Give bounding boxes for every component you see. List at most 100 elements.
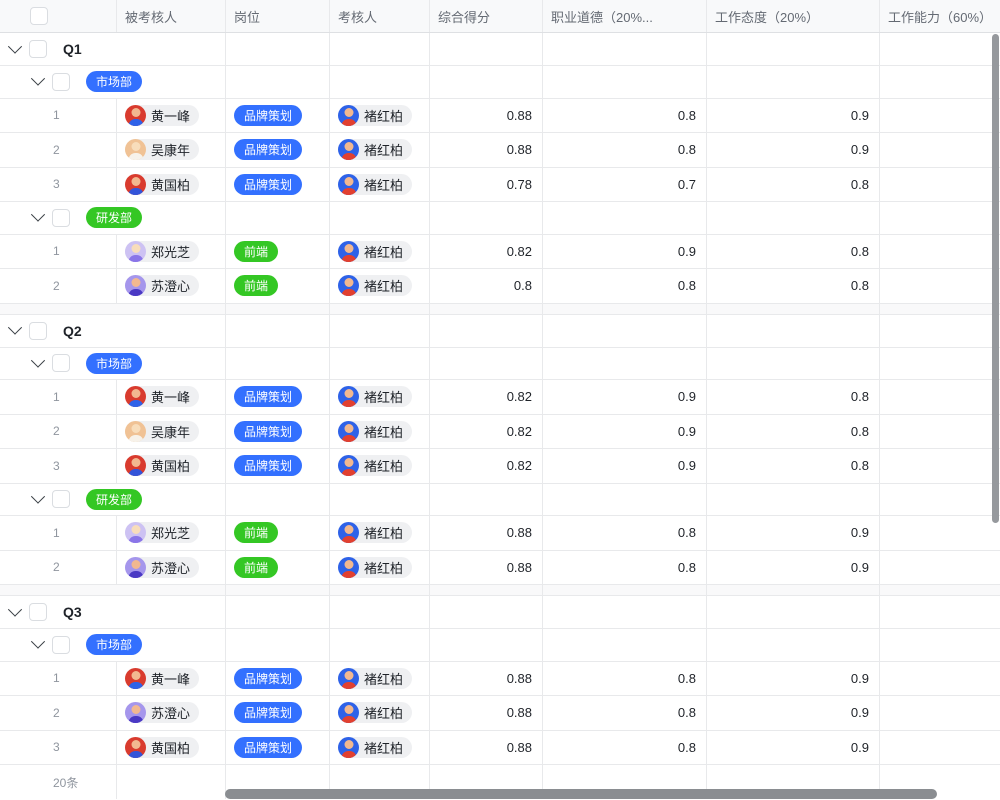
person-cell[interactable]: 黄国柏	[117, 449, 226, 483]
column-header-ethics[interactable]: 职业道德（20%...	[543, 0, 707, 32]
attitude-cell[interactable]: 0.8	[707, 168, 880, 202]
subgroup-header-cell[interactable]: 研发部	[0, 484, 226, 516]
person-cell[interactable]: 黄国柏	[117, 731, 226, 765]
vertical-scrollbar[interactable]	[992, 34, 999, 523]
subgroup-header-cell[interactable]: 研发部	[0, 202, 226, 234]
attitude-cell[interactable]: 0.8	[707, 449, 880, 483]
person-cell[interactable]: 黄国柏	[117, 168, 226, 202]
group-header-cell[interactable]: Q1	[0, 33, 226, 65]
score-cell[interactable]: 0.8	[430, 269, 543, 303]
column-header-attitude[interactable]: 工作态度（20%）	[707, 0, 880, 32]
group-header-cell[interactable]: Q2	[0, 315, 226, 347]
attitude-cell[interactable]: 0.9	[707, 516, 880, 550]
score-cell[interactable]: 0.82	[430, 415, 543, 449]
score-cell[interactable]: 0.88	[430, 731, 543, 765]
subgroup-checkbox[interactable]	[52, 636, 70, 654]
score-cell[interactable]: 0.88	[430, 133, 543, 167]
column-header-position[interactable]: 岗位	[226, 0, 330, 32]
ability-cell[interactable]	[880, 662, 1000, 696]
subgroup-checkbox[interactable]	[52, 354, 70, 372]
evaluator-cell[interactable]: 褚红柏	[330, 516, 430, 550]
position-cell[interactable]: 前端	[226, 235, 330, 269]
ability-cell[interactable]	[880, 696, 1000, 730]
evaluator-cell[interactable]: 褚红柏	[330, 269, 430, 303]
evaluator-cell[interactable]: 褚红柏	[330, 662, 430, 696]
ability-cell[interactable]	[880, 168, 1000, 202]
score-cell[interactable]: 0.78	[430, 168, 543, 202]
attitude-cell[interactable]: 0.9	[707, 551, 880, 585]
person-cell[interactable]: 苏澄心	[117, 551, 226, 585]
group-checkbox[interactable]	[29, 322, 47, 340]
ability-cell[interactable]	[880, 133, 1000, 167]
column-header-evaluator[interactable]: 考核人	[330, 0, 430, 32]
attitude-cell[interactable]: 0.8	[707, 415, 880, 449]
ethics-cell[interactable]: 0.8	[543, 133, 707, 167]
evaluator-cell[interactable]: 褚红柏	[330, 731, 430, 765]
score-cell[interactable]: 0.82	[430, 380, 543, 414]
ethics-cell[interactable]: 0.7	[543, 168, 707, 202]
person-cell[interactable]: 郑光芝	[117, 516, 226, 550]
position-cell[interactable]: 品牌策划	[226, 99, 330, 133]
ethics-cell[interactable]: 0.9	[543, 380, 707, 414]
ethics-cell[interactable]: 0.9	[543, 449, 707, 483]
evaluator-cell[interactable]: 褚红柏	[330, 168, 430, 202]
horizontal-scrollbar[interactable]	[225, 789, 937, 799]
evaluator-cell[interactable]: 褚红柏	[330, 696, 430, 730]
score-cell[interactable]: 0.88	[430, 696, 543, 730]
chevron-down-icon[interactable]	[8, 602, 22, 616]
ethics-cell[interactable]: 0.9	[543, 235, 707, 269]
ethics-cell[interactable]: 0.8	[543, 551, 707, 585]
attitude-cell[interactable]: 0.8	[707, 380, 880, 414]
ethics-cell[interactable]: 0.8	[543, 99, 707, 133]
evaluator-cell[interactable]: 褚红柏	[330, 380, 430, 414]
attitude-cell[interactable]: 0.9	[707, 731, 880, 765]
ethics-cell[interactable]: 0.8	[543, 269, 707, 303]
chevron-down-icon[interactable]	[31, 72, 45, 86]
attitude-cell[interactable]: 0.8	[707, 235, 880, 269]
score-cell[interactable]: 0.88	[430, 551, 543, 585]
position-cell[interactable]: 品牌策划	[226, 449, 330, 483]
person-cell[interactable]: 吴康年	[117, 415, 226, 449]
column-header-person[interactable]: 被考核人	[117, 0, 226, 32]
position-cell[interactable]: 品牌策划	[226, 415, 330, 449]
subgroup-header-cell[interactable]: 市场部	[0, 348, 226, 380]
person-cell[interactable]: 黄一峰	[117, 380, 226, 414]
group-header-cell[interactable]: Q3	[0, 596, 226, 628]
column-header-ability[interactable]: 工作能力（60%）	[880, 0, 1000, 32]
person-cell[interactable]: 苏澄心	[117, 269, 226, 303]
evaluator-cell[interactable]: 褚红柏	[330, 99, 430, 133]
ethics-cell[interactable]: 0.8	[543, 696, 707, 730]
attitude-cell[interactable]: 0.9	[707, 662, 880, 696]
attitude-cell[interactable]: 0.9	[707, 696, 880, 730]
position-cell[interactable]: 品牌策划	[226, 731, 330, 765]
person-cell[interactable]: 苏澄心	[117, 696, 226, 730]
subgroup-checkbox[interactable]	[52, 490, 70, 508]
subgroup-header-cell[interactable]: 市场部	[0, 629, 226, 661]
score-cell[interactable]: 0.82	[430, 235, 543, 269]
attitude-cell[interactable]: 0.9	[707, 99, 880, 133]
score-cell[interactable]: 0.88	[430, 662, 543, 696]
person-cell[interactable]: 黄一峰	[117, 99, 226, 133]
score-cell[interactable]: 0.88	[430, 516, 543, 550]
chevron-down-icon[interactable]	[31, 208, 45, 222]
attitude-cell[interactable]: 0.9	[707, 133, 880, 167]
evaluator-cell[interactable]: 褚红柏	[330, 235, 430, 269]
ability-cell[interactable]	[880, 449, 1000, 483]
select-all-checkbox[interactable]	[30, 7, 48, 25]
chevron-down-icon[interactable]	[8, 39, 22, 53]
column-header-score[interactable]: 综合得分	[430, 0, 543, 32]
ethics-cell[interactable]: 0.8	[543, 731, 707, 765]
ability-cell[interactable]	[880, 99, 1000, 133]
score-cell[interactable]: 0.88	[430, 99, 543, 133]
evaluator-cell[interactable]: 褚红柏	[330, 551, 430, 585]
position-cell[interactable]: 品牌策划	[226, 133, 330, 167]
ability-cell[interactable]	[880, 551, 1000, 585]
chevron-down-icon[interactable]	[31, 635, 45, 649]
position-cell[interactable]: 前端	[226, 551, 330, 585]
person-cell[interactable]: 郑光芝	[117, 235, 226, 269]
chevron-down-icon[interactable]	[31, 489, 45, 503]
subgroup-header-cell[interactable]: 市场部	[0, 66, 226, 98]
ability-cell[interactable]	[880, 380, 1000, 414]
position-cell[interactable]: 品牌策划	[226, 380, 330, 414]
chevron-down-icon[interactable]	[8, 321, 22, 335]
